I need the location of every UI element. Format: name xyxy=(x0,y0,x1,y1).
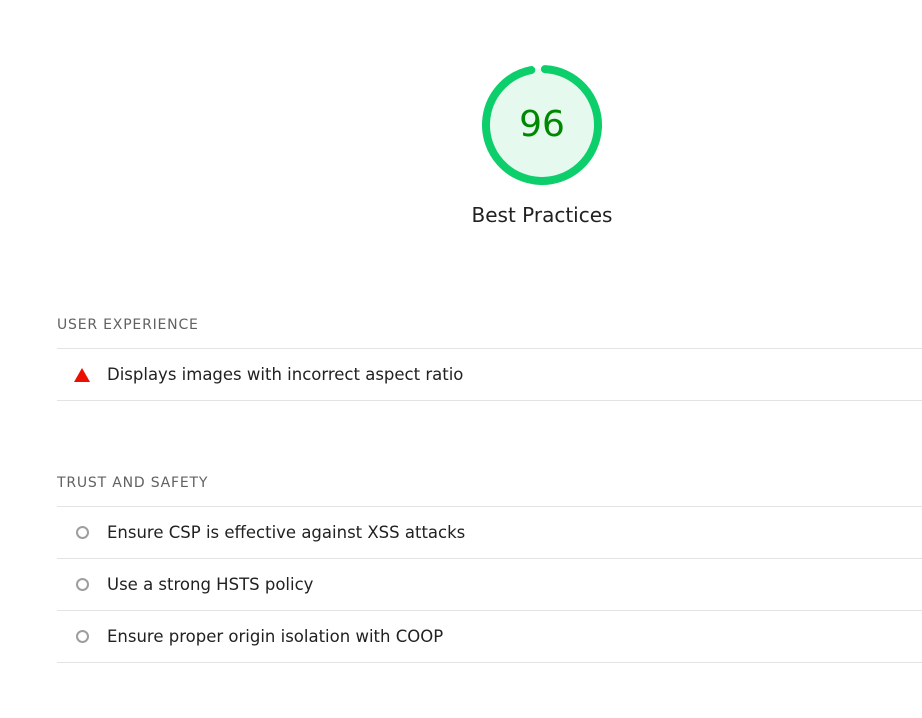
group-title: TRUST AND SAFETY xyxy=(57,475,209,491)
audit-list: Displays images with incorrect aspect ra… xyxy=(57,348,922,401)
audit-title: Use a strong HSTS policy xyxy=(107,575,314,594)
group-title: USER EXPERIENCE xyxy=(57,317,199,333)
fail-triangle-icon xyxy=(57,367,107,382)
neutral-circle-icon xyxy=(57,578,107,591)
audit-row[interactable]: Displays images with incorrect aspect ra… xyxy=(57,349,922,401)
neutral-circle-icon xyxy=(57,526,107,539)
audit-title: Ensure CSP is effective against XSS atta… xyxy=(107,523,466,542)
audit-group-user-experience: USER EXPERIENCE Displays images with inc… xyxy=(57,316,922,401)
audit-row[interactable]: Ensure proper origin isolation with COOP xyxy=(57,611,922,663)
audit-row[interactable]: Ensure CSP is effective against XSS atta… xyxy=(57,507,922,559)
score-value: 96 xyxy=(519,104,565,145)
score-gauge[interactable]: 96 xyxy=(480,63,604,187)
audit-group-trust-and-safety: TRUST AND SAFETY Ensure CSP is effective… xyxy=(57,474,922,663)
report-page: 96 Best Practices USER EXPERIENCE Displa… xyxy=(0,0,922,718)
audit-title: Ensure proper origin isolation with COOP xyxy=(107,627,444,646)
neutral-circle-icon xyxy=(57,630,107,643)
audit-title: Displays images with incorrect aspect ra… xyxy=(107,365,464,384)
audit-row[interactable]: Use a strong HSTS policy xyxy=(57,559,922,611)
audit-list: Ensure CSP is effective against XSS atta… xyxy=(57,506,922,663)
category-title: Best Practices xyxy=(471,203,613,227)
